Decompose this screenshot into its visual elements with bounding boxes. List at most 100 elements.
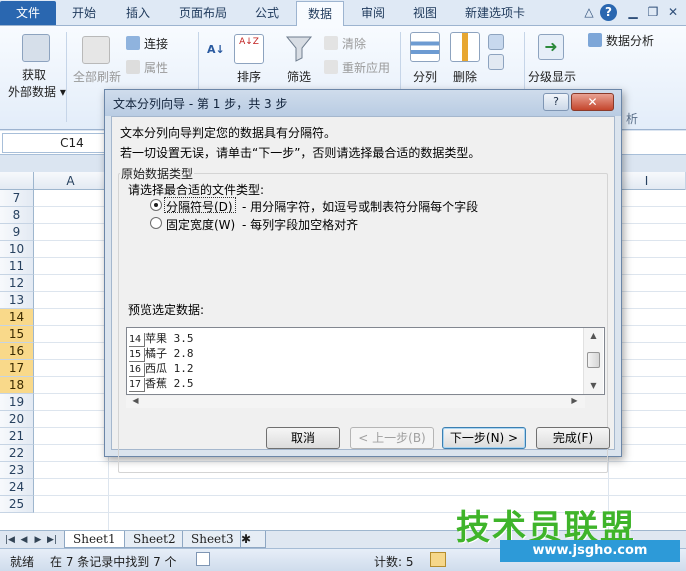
tab-new[interactable]: 新建选项卡 [454, 1, 536, 25]
next-sheet-icon[interactable]: ▶ [32, 533, 44, 547]
analysis-group-label: 析 [626, 112, 639, 126]
status-count: 计数: 5 [374, 555, 414, 569]
next-step-button[interactable]: 下一步(N) > [442, 427, 526, 449]
data-preview[interactable]: 14 苹果 3.5 15 橘子 2.8 16 西瓜 1.2 17 香蕉 2.5 ▲ ▼ [126, 327, 605, 395]
tab-formulas[interactable]: 公式 [244, 1, 290, 25]
row-header[interactable]: 22 [0, 445, 34, 462]
dialog-close-button[interactable]: ✕ [571, 93, 614, 111]
reapply-icon [324, 60, 338, 74]
finish-button[interactable]: 完成(F) [536, 427, 610, 449]
ribbon-minimize-icon[interactable]: △ [580, 4, 598, 21]
remove-duplicates-button[interactable]: 删除 [446, 68, 484, 85]
row-header[interactable]: 23 [0, 462, 34, 479]
dialog-help-button[interactable]: ? [543, 93, 569, 111]
tab-review[interactable]: 审阅 [350, 1, 396, 25]
preview-label: 预览选定数据: [128, 303, 205, 317]
tab-view[interactable]: 视图 [402, 1, 448, 25]
preview-row: 17 香蕉 2.5 [129, 376, 194, 392]
row-header[interactable]: 7 [0, 190, 34, 207]
text-to-columns-dialog: 文本分列向导 - 第 1 步，共 3 步 ? ✕ 文本分列向导判定您的数据具有分… [104, 89, 622, 473]
fixed-width-radio[interactable] [150, 217, 162, 229]
row-header[interactable]: 9 [0, 224, 34, 241]
filter-icon [285, 34, 313, 62]
normal-view-icon[interactable] [430, 552, 446, 567]
dialog-body: 文本分列向导判定您的数据具有分隔符。 若一切设置无误，请单击“下一步”，否则请选… [111, 116, 615, 473]
row-header[interactable]: 11 [0, 258, 34, 275]
clear-button[interactable]: 清除 [324, 35, 366, 52]
consolidate-icon[interactable] [488, 54, 504, 70]
fixed-width-option-label[interactable]: 固定宽度(W) [166, 216, 235, 233]
remove-duplicates-icon [450, 32, 480, 62]
sheet-tab-2[interactable]: Sheet2 [124, 531, 185, 548]
row-header[interactable]: 14 [0, 309, 34, 326]
minimize-icon[interactable]: ▁ [624, 4, 642, 21]
row-header[interactable]: 10 [0, 241, 34, 258]
delimited-radio[interactable] [150, 199, 162, 211]
first-sheet-icon[interactable]: |◀ [4, 533, 16, 547]
scroll-thumb[interactable] [587, 352, 600, 368]
row-header[interactable]: 24 [0, 479, 34, 496]
row-header[interactable]: 25 [0, 496, 34, 513]
scroll-down-icon[interactable]: ▼ [584, 379, 603, 393]
clear-icon [324, 36, 338, 50]
macro-record-icon[interactable] [196, 552, 210, 566]
sort-az-icon: A↓Z [234, 34, 264, 64]
preview-horizontal-scrollbar[interactable]: ◀ ▶ [126, 396, 585, 408]
connections-button[interactable]: 连接 [126, 35, 168, 52]
connections-icon [126, 36, 140, 50]
preview-row: 16 西瓜 1.2 [129, 361, 194, 377]
delimited-option-desc: - 用分隔字符，如逗号或制表符分隔每个字段 [242, 200, 479, 214]
tab-home[interactable]: 开始 [60, 1, 108, 25]
reapply-button[interactable]: 重新应用 [324, 59, 390, 76]
get-external-data-button[interactable]: 获取 外部数据 ▾ [8, 66, 66, 100]
row-header[interactable]: 17 [0, 360, 34, 377]
properties-button[interactable]: 属性 [126, 59, 168, 76]
cancel-button[interactable]: 取消 [266, 427, 340, 449]
sort-button[interactable]: 排序 [230, 68, 268, 85]
row-header[interactable]: 18 [0, 377, 34, 394]
tab-data[interactable]: 数据 [296, 1, 344, 27]
sort-asc-icon[interactable]: A↓ [207, 43, 225, 56]
scroll-left-icon[interactable]: ◀ [126, 395, 145, 407]
sheet-tab-3[interactable]: Sheet3 [182, 531, 243, 548]
preview-row-number: 14 [129, 333, 145, 347]
data-validation-icon[interactable] [488, 34, 504, 50]
tab-page-layout[interactable]: 页面布局 [168, 1, 238, 25]
row-header[interactable]: 16 [0, 343, 34, 360]
wizard-line-1: 文本分列向导判定您的数据具有分隔符。 [120, 126, 337, 140]
text-to-columns-button[interactable]: 分列 [406, 68, 444, 85]
last-sheet-icon[interactable]: ▶| [46, 533, 58, 547]
restore-icon[interactable]: ❐ [644, 4, 662, 21]
tab-file[interactable]: 文件 [0, 1, 56, 25]
tab-insert[interactable]: 插入 [114, 1, 162, 25]
row-header[interactable]: 21 [0, 428, 34, 445]
help-icon[interactable]: ? [600, 4, 617, 21]
filter-button[interactable]: 筛选 [282, 68, 316, 85]
row-header[interactable]: 19 [0, 394, 34, 411]
scroll-up-icon[interactable]: ▲ [584, 329, 603, 343]
data-analysis-button[interactable]: 数据分析 [588, 32, 654, 49]
column-header-a[interactable]: A [34, 172, 108, 190]
delimited-option-label[interactable]: 分隔符号(D) [166, 198, 233, 215]
preview-row-number: 16 [129, 363, 145, 377]
scroll-right-icon[interactable]: ▶ [565, 395, 584, 407]
row-header[interactable]: 13 [0, 292, 34, 309]
choose-type-label: 请选择最合适的文件类型: [128, 183, 265, 197]
row-header[interactable]: 8 [0, 207, 34, 224]
preview-vertical-scrollbar[interactable]: ▲ ▼ [583, 328, 603, 394]
prev-sheet-icon[interactable]: ◀ [18, 533, 30, 547]
row-header[interactable]: 15 [0, 326, 34, 343]
text-to-columns-icon [410, 32, 440, 62]
row-header[interactable]: 20 [0, 411, 34, 428]
grid-line [34, 495, 686, 496]
prev-step-button[interactable]: < 上一步(B) [350, 427, 434, 449]
dialog-title-bar[interactable]: 文本分列向导 - 第 1 步，共 3 步 ? ✕ [105, 90, 621, 116]
select-all-corner[interactable] [0, 172, 34, 190]
refresh-all-button[interactable]: 全部刷新 [72, 68, 122, 85]
insert-sheet-icon[interactable]: ✱ [240, 531, 266, 548]
close-icon[interactable]: ✕ [664, 4, 682, 21]
sheet-tab-1[interactable]: Sheet1 [64, 531, 125, 548]
row-header[interactable]: 12 [0, 275, 34, 292]
outline-button[interactable]: 分级显示 [526, 68, 578, 85]
grid-line [34, 478, 686, 479]
